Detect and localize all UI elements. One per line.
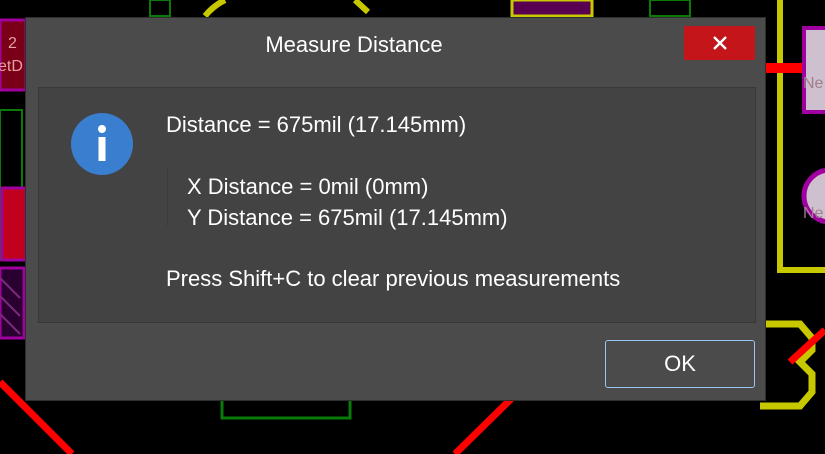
hint-text: Press Shift+C to clear previous measurem… <box>166 266 621 291</box>
right-yellow-shape <box>760 320 816 410</box>
sub-block-divider <box>167 168 174 226</box>
left-hatched-pad <box>0 266 26 340</box>
x-distance-text: X Distance = 0mil (0mm) <box>187 174 429 199</box>
trace-right <box>766 63 806 73</box>
pcb-label-right-pad: Ne <box>803 75 824 92</box>
dialog-title: Measure Distance <box>265 32 443 57</box>
top-pad <box>510 0 594 18</box>
measure-distance-dialog: Measure Distance Distance = 675mil (17.1… <box>25 17 766 401</box>
pcb-label-digit: 2 <box>8 35 17 52</box>
left-top-pad <box>0 18 28 92</box>
pcb-label-net: etD <box>0 58 23 75</box>
close-icon <box>712 36 727 50</box>
ok-button[interactable]: OK <box>605 340 755 388</box>
top-yellow-arc <box>202 0 227 18</box>
close-button[interactable] <box>684 26 755 60</box>
distance-text: Distance = 675mil (17.145mm) <box>166 112 467 137</box>
message-panel: Distance = 675mil (17.145mm) X Distance … <box>38 87 756 323</box>
trace-bottom-middle <box>452 395 515 454</box>
info-icon <box>71 113 133 175</box>
left-red-pad <box>0 186 28 262</box>
dialog-titlebar[interactable]: Measure Distance <box>26 18 765 73</box>
y-distance-text: Y Distance = 675mil (17.145mm) <box>187 205 508 230</box>
pcb-label-right-via: Ne <box>803 205 824 222</box>
bottom-green-outline <box>220 396 352 420</box>
right-pad <box>802 26 825 114</box>
